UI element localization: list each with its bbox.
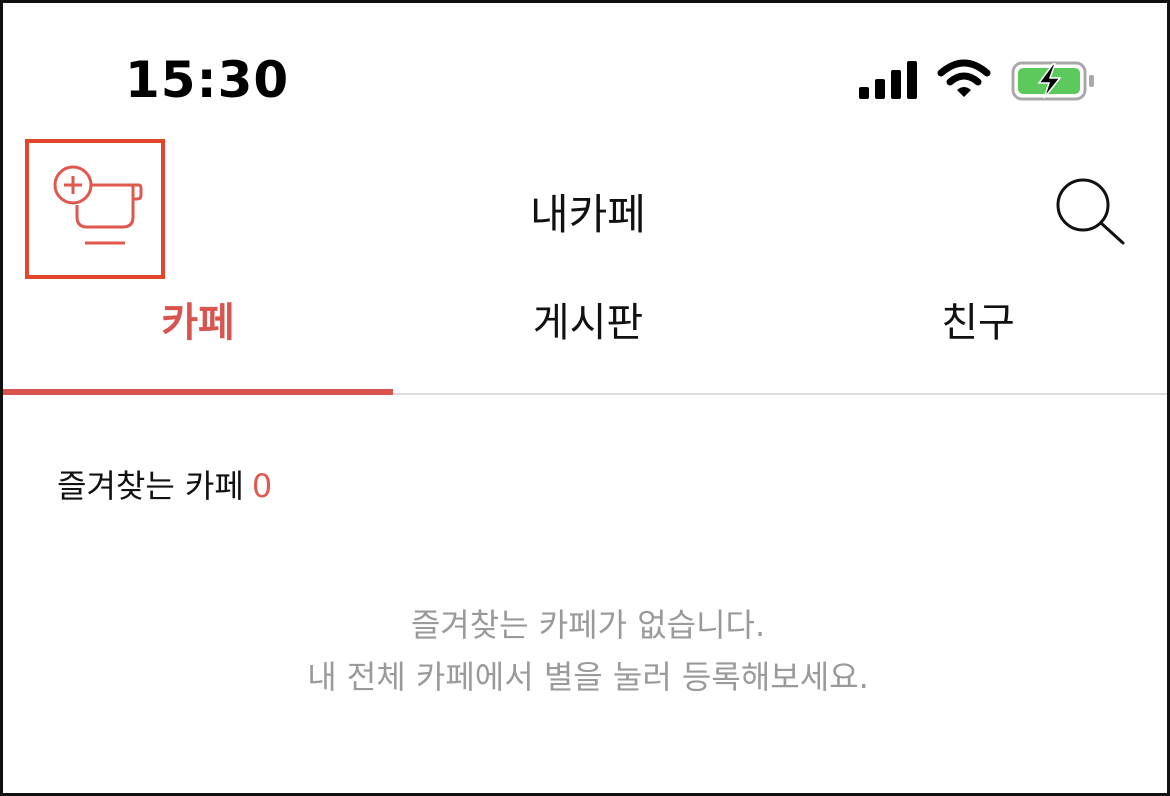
battery-charging-icon [1011, 61, 1094, 101]
empty-state-line-1: 즐겨찾는 카페가 없습니다. [410, 606, 766, 644]
tab-board[interactable]: 게시판 [393, 293, 783, 353]
wifi-icon [937, 59, 991, 97]
empty-state-message: 즐겨찾는 카페가 없습니다. 내 전체 카페에서 별을 눌러 등록해보세요. [3, 599, 1167, 703]
search-icon[interactable] [1053, 175, 1129, 247]
favorites-count: 0 [251, 467, 273, 505]
tab-cafe[interactable]: 카페 [3, 293, 393, 353]
tab-friends[interactable]: 친구 [783, 293, 1167, 353]
favorites-label: 즐겨찾는 카페 [57, 467, 244, 505]
page-title: 내카페 [530, 190, 646, 239]
app-screen: 15:30 내카페 카페 게시판 친구 즐겨찾는 카페 0 즐겨찾는 카페가 없… [0, 0, 1170, 796]
empty-state-line-2: 내 전체 카페에서 별을 눌러 등록해보세요. [307, 658, 869, 696]
status-time: 15:30 [125, 51, 290, 109]
signal-icon [859, 61, 917, 99]
active-tab-indicator [3, 389, 393, 395]
favorites-header: 즐겨찾는 카페 0 [57, 461, 272, 507]
